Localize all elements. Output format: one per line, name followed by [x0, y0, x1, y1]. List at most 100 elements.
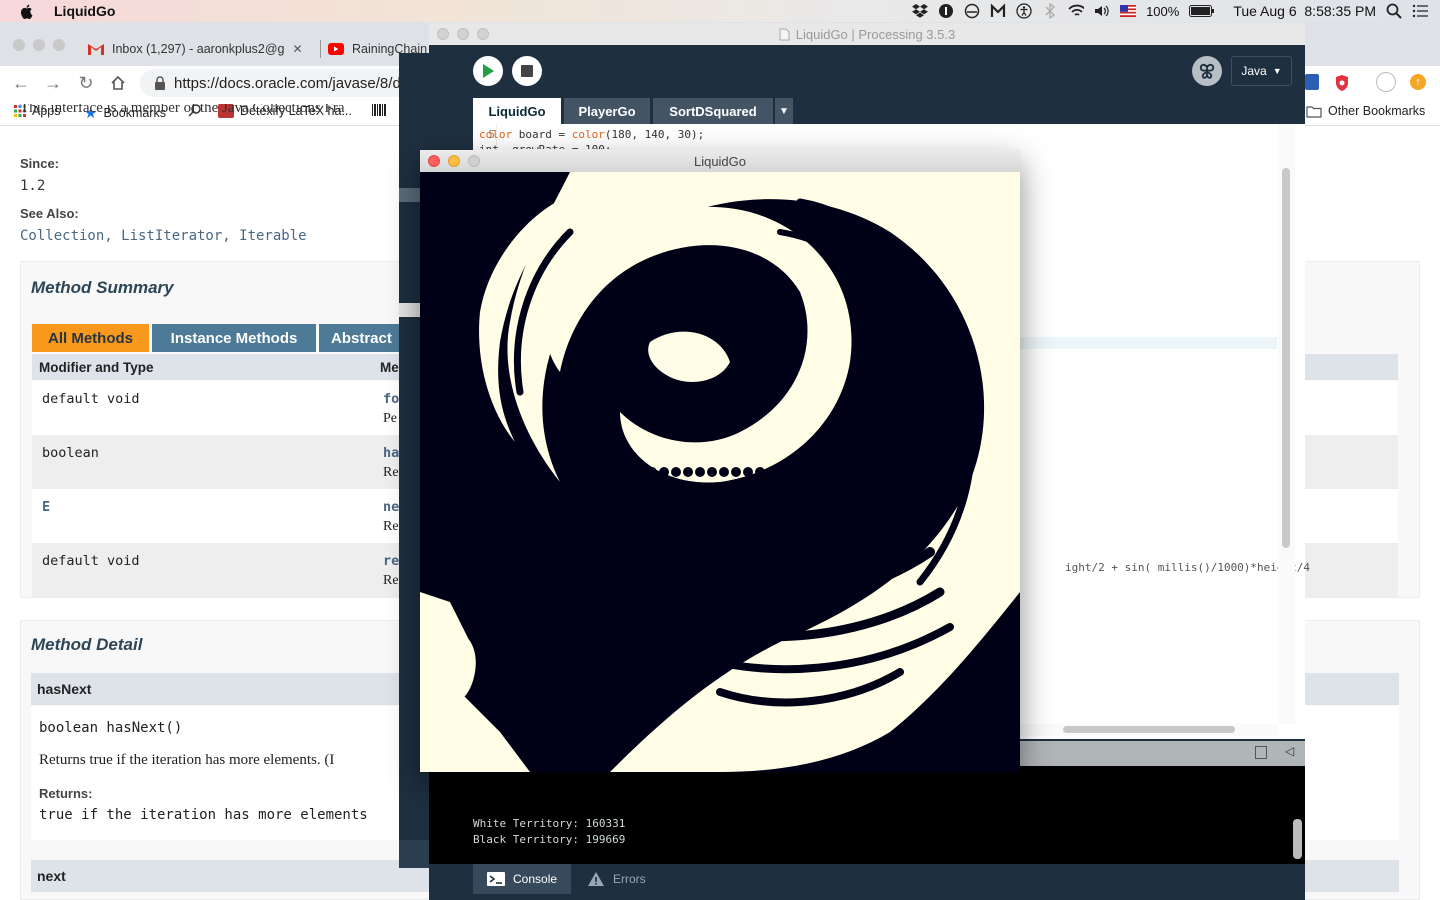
returns-label: Returns: [39, 786, 93, 801]
code-line: color board = color(180, 140, 30); [479, 128, 705, 141]
row-method-link[interactable]: ha [383, 445, 399, 461]
close-icon[interactable]: ✕ [293, 42, 303, 56]
tabs-menu-button[interactable]: ▼ [775, 98, 793, 124]
doc-cut-line: This interface is a member of the Java C… [20, 104, 345, 116]
tab-abstract-methods[interactable]: Abstract [319, 324, 409, 352]
run-button[interactable] [473, 56, 503, 86]
youtube-icon [328, 43, 344, 55]
menu-bar: LiquidGo 100% Tue Aug 6 8:58:35 PM [0, 0, 1440, 22]
copy-icon[interactable] [1255, 746, 1267, 759]
bluetooth-icon[interactable] [1042, 3, 1058, 19]
apple-icon[interactable] [18, 2, 36, 20]
stop-icon [521, 65, 533, 77]
shield-extension-icon[interactable] [1334, 74, 1350, 95]
back-arrow-icon[interactable]: ← [10, 72, 32, 94]
col-modifier: Modifier and Type [39, 360, 154, 375]
stop-button[interactable] [512, 56, 542, 86]
tab-sortdsquared[interactable]: SortDSquared [653, 98, 773, 124]
accessibility-icon[interactable] [1016, 3, 1032, 19]
mode-label: Java [1241, 64, 1267, 78]
wifi-icon[interactable] [1068, 3, 1085, 19]
console-tab-label: Console [513, 872, 558, 886]
tab-all-methods[interactable]: All Methods [32, 324, 149, 352]
window-minimize-button[interactable] [33, 39, 45, 51]
debug-button[interactable] [1192, 56, 1222, 86]
browser-tab-gmail[interactable]: Inbox (1,297) - aaronkplus2@g ✕ [88, 32, 318, 66]
code-line: int growRate = 100; [479, 143, 611, 149]
errors-tab[interactable]: Errors [587, 864, 667, 894]
battery-icon[interactable] [1189, 3, 1215, 19]
method-summary-title: Method Summary [31, 278, 174, 297]
tab-playergo[interactable]: PlayerGo [564, 98, 650, 124]
tab-instance-methods[interactable]: Instance Methods [152, 324, 316, 352]
row-type: default void [42, 391, 140, 407]
row-desc: Re [383, 465, 399, 480]
window-minimize-button[interactable] [448, 155, 460, 167]
spotlight-search-icon[interactable] [1386, 3, 1402, 19]
window-close-button[interactable] [428, 155, 440, 167]
sketch-title: LiquidGo [693, 153, 747, 169]
window-close-button[interactable] [13, 39, 25, 51]
console-output[interactable]: White Territory: 160331 Black Territory:… [429, 766, 1305, 864]
see-also-links[interactable]: Collection, ListIterator, Iterable [20, 228, 307, 244]
vertical-scrollbar[interactable] [1278, 124, 1295, 724]
forward-arrow-icon[interactable]: → [42, 72, 64, 94]
row-method-link[interactable]: ne [383, 499, 399, 515]
extension-icon[interactable] [1305, 74, 1319, 90]
onepassword-icon[interactable] [938, 3, 954, 19]
circle-status-icon[interactable] [964, 3, 980, 19]
detail-method-name: next [37, 868, 66, 884]
sketch-window: LiquidGo [420, 150, 1020, 772]
document-icon [779, 28, 790, 40]
row-desc: Re [383, 519, 399, 534]
row-type: default void [42, 553, 140, 569]
row-type: boolean [42, 445, 99, 461]
window-close-button[interactable] [437, 28, 449, 40]
tab-label: Inbox (1,297) - aaronkplus2@g [112, 42, 285, 56]
sketch-canvas[interactable] [420, 172, 1020, 772]
scrollbar-thumb[interactable] [1063, 726, 1235, 733]
sketch-title-bar: LiquidGo [420, 150, 1020, 172]
col-method: Me [380, 360, 399, 375]
ide-status-tabs: Console Errors [429, 864, 1305, 900]
terminal-icon [487, 872, 505, 886]
mode-selector[interactable]: Java ▼ [1231, 56, 1292, 86]
since-label: Since: [20, 156, 60, 171]
dropbox-icon[interactable] [912, 3, 929, 19]
row-method-link[interactable]: re [383, 553, 399, 569]
window-zoom-button[interactable] [468, 155, 480, 167]
reload-icon[interactable]: ↻ [75, 72, 97, 94]
returns-value: true if the iteration has more elements [39, 807, 368, 823]
ide-toolbar: Java ▼ [429, 45, 1305, 103]
scrollbar-thumb[interactable] [1282, 168, 1290, 548]
us-flag-icon[interactable] [1120, 3, 1137, 19]
console-line: White Territory: 160331 [473, 817, 626, 830]
errors-tab-label: Errors [613, 872, 646, 886]
app-menu-name[interactable]: LiquidGo [54, 3, 115, 19]
battery-percent: 100% [1146, 3, 1180, 19]
console-line: Black Territory: 199669 [473, 833, 626, 846]
collapse-console-icon[interactable]: ◁ [1285, 744, 1294, 758]
tab-liquidgo[interactable]: LiquidGo [473, 98, 561, 124]
profile-avatar-icon[interactable] [1376, 72, 1396, 92]
update-icon[interactable]: ↑ [1410, 74, 1426, 90]
volume-icon[interactable] [1094, 3, 1110, 19]
gmail-icon [88, 44, 104, 55]
console-scrollbar[interactable] [1293, 819, 1302, 859]
row-type[interactable]: E [42, 499, 50, 515]
since-value: 1.2 [20, 178, 46, 194]
detail-description: Returns true if the iteration has more e… [39, 752, 335, 768]
window-zoom-button[interactable] [477, 28, 489, 40]
menubar-clock[interactable]: Tue Aug 6 8:58:35 PM [1233, 3, 1376, 19]
home-icon[interactable] [107, 72, 129, 94]
row-method-link[interactable]: fo [383, 391, 399, 407]
butterfly-icon [1199, 63, 1215, 79]
play-icon [483, 64, 494, 78]
console-tab[interactable]: Console [473, 864, 571, 894]
ide-title-bar: LiquidGo | Processing 3.5.3 [429, 23, 1305, 45]
window-zoom-button[interactable] [53, 39, 65, 51]
window-minimize-button[interactable] [457, 28, 469, 40]
malwarebytes-icon[interactable] [990, 3, 1006, 19]
notification-center-icon[interactable] [1412, 3, 1428, 19]
code-fragment: ight/2 + sin( millis()/1000)*height/4 [1065, 561, 1311, 574]
